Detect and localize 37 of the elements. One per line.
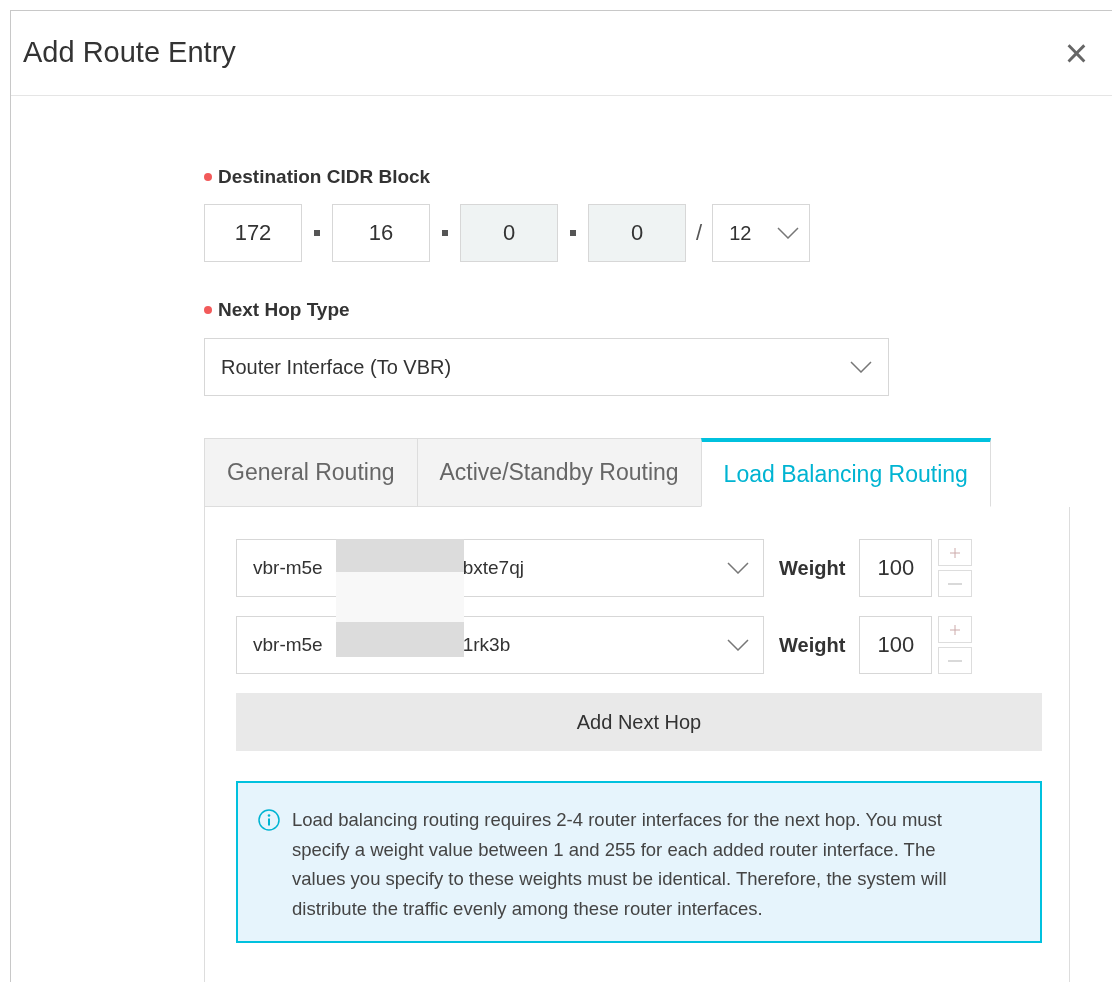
minus-icon (948, 659, 963, 662)
field-label: Destination CIDR Block (218, 165, 431, 189)
dialog-title: Add Route Entry (23, 35, 236, 71)
octet-field[interactable]: 172 (204, 203, 302, 262)
tab[interactable]: General Routing (204, 438, 418, 507)
close-button[interactable]: × (1064, 33, 1088, 73)
value-text: 1rk3b (462, 632, 511, 657)
weight-field[interactable]: 100 (859, 616, 933, 674)
chevron-down-icon (850, 361, 872, 373)
slash-separator: / (696, 219, 703, 247)
prefix-select[interactable]: 12 (712, 203, 811, 262)
increment-button[interactable] (938, 539, 973, 566)
value-text: vbr-m5e (253, 555, 323, 580)
next-hop-type-select[interactable]: Router Interface (To VBR) (204, 338, 889, 396)
minus-icon (948, 582, 963, 585)
dot-separator (442, 229, 448, 236)
increment-button[interactable] (938, 616, 973, 643)
value-text: bxte7qj (462, 555, 524, 580)
info-icon (258, 809, 280, 831)
dot-separator (314, 229, 320, 236)
plus-icon (949, 623, 962, 636)
decrement-button[interactable] (938, 570, 973, 597)
tab[interactable]: Active/Standby Routing (416, 438, 702, 507)
plus-icon (949, 546, 962, 559)
add-next-hop-button[interactable]: Add Next Hop (236, 693, 1042, 751)
chevron-down-icon (727, 639, 749, 651)
field-label: Next Hop Type (218, 297, 350, 322)
weight-label: Weight (779, 633, 846, 658)
chevron-down-icon (727, 562, 749, 574)
info-text: Load balancing routing requires 2-4 router interfaces for the next hop. You must specify a weight value between 1 and 255 for each added router interface. The values you specify to these weights must be identical. Therefore, the system will distribute the traffic evenly among these router interfaces. (292, 808, 948, 921)
weight-label: Weight (779, 556, 846, 581)
weight-field[interactable]: 100 (859, 539, 933, 597)
dot-separator (570, 229, 576, 236)
value-text: vbr-m5e (253, 632, 323, 657)
octet-field[interactable]: 16 (332, 203, 430, 262)
decrement-button[interactable] (938, 647, 973, 674)
chevron-down-icon (777, 226, 800, 239)
